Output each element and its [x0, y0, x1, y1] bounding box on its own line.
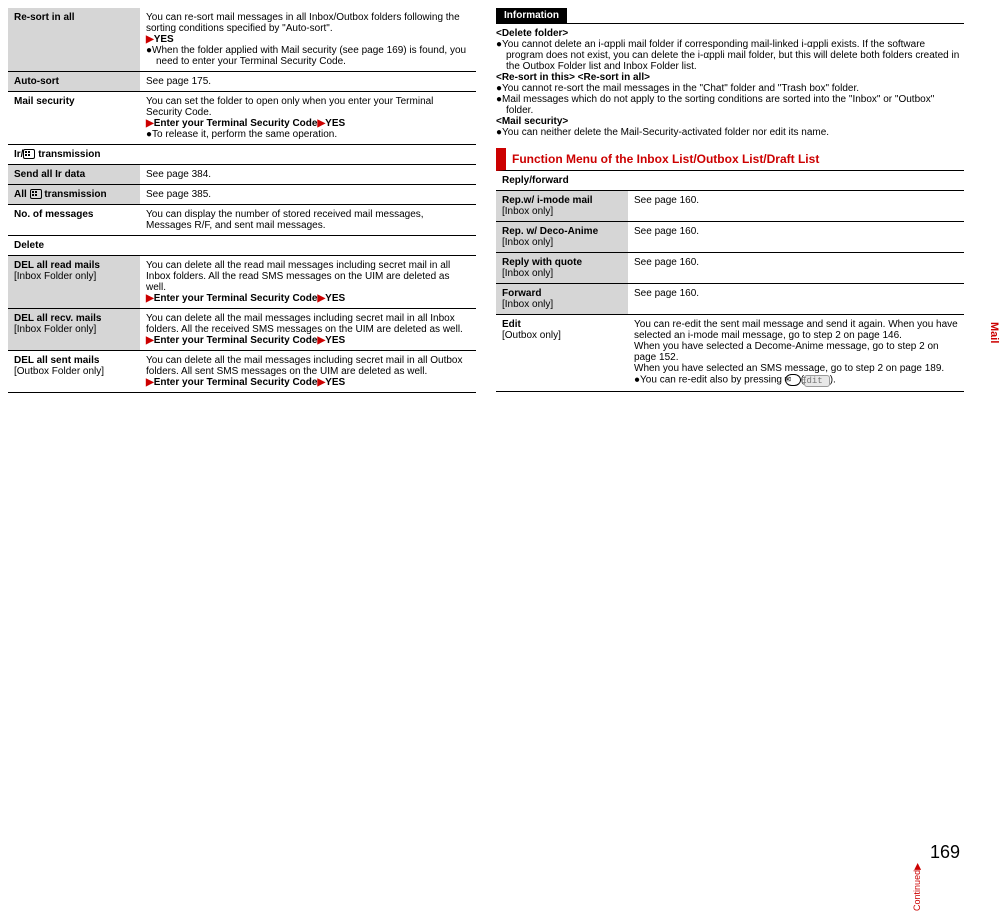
info-tag: <Re-sort in this> <Re-sort in all> [496, 72, 964, 83]
info-bullet: ●You cannot delete an i-αppli mail folde… [496, 39, 964, 72]
arrow-icon: ▶ [146, 335, 154, 346]
row-desc: See page 160. [628, 284, 964, 315]
row-term: Send all Ir data [8, 165, 140, 185]
function-menu-title: Function Menu of the Inbox List/Outbox L… [496, 148, 964, 171]
left-table: Re-sort in allYou can re-sort mail messa… [8, 8, 476, 393]
side-tab-mail: Mail [986, 318, 1002, 347]
row-desc: You can display the number of stored rec… [140, 205, 476, 236]
row-term: DEL all recv. mails[Inbox Folder only] [8, 309, 140, 351]
info-bullet: ●Mail messages which do not apply to the… [496, 94, 964, 116]
row-term: All transmission [8, 185, 140, 205]
row-term: Reply with quote[Inbox only] [496, 253, 628, 284]
row-term: Re-sort in all [8, 8, 140, 72]
info-bullet: ●You can neither delete the Mail-Securit… [496, 127, 964, 138]
row-desc: See page 160. [628, 222, 964, 253]
information-box: Information <Delete folder>●You cannot d… [496, 8, 964, 138]
arrow-icon: ▶ [146, 34, 154, 45]
right-column: Information <Delete folder>●You cannot d… [496, 8, 964, 863]
section-header: Reply/forward [496, 171, 964, 191]
page-number: 169 [930, 842, 960, 862]
row-term: Rep.w/ i-mode mail[Inbox only] [496, 191, 628, 222]
row-term: Auto-sort [8, 72, 140, 92]
ir-icon [23, 149, 35, 159]
row-desc: See page 160. [628, 191, 964, 222]
row-desc: See page 160. [628, 253, 964, 284]
information-label: Information [496, 8, 567, 23]
info-tag: <Delete folder> [496, 28, 964, 39]
row-desc: You can set the folder to open only when… [140, 92, 476, 145]
row-term: Mail security [8, 92, 140, 145]
arrow-icon: ▶ [146, 377, 154, 388]
row-desc: You can re-sort mail messages in all Inb… [140, 8, 476, 72]
row-desc: See page 384. [140, 165, 476, 185]
page-number-area: Continued▶ 169 [496, 842, 964, 863]
row-term: Rep. w/ Deco-Anime[Inbox only] [496, 222, 628, 253]
mail-key-icon: ✉ [785, 374, 801, 386]
row-desc: You can delete all the read mail message… [140, 256, 476, 309]
right-table: Reply/forwardRep.w/ i-mode mail[Inbox on… [496, 171, 964, 392]
row-desc: You can re-edit the sent mail message an… [628, 315, 964, 392]
section-header: Delete [8, 236, 476, 256]
row-desc: See page 175. [140, 72, 476, 92]
section-header: Ir/ transmission [8, 145, 476, 165]
row-term: Edit[Outbox only] [496, 315, 628, 392]
row-desc: You can delete all the mail messages inc… [140, 309, 476, 351]
info-tag: <Mail security> [496, 116, 964, 127]
row-term: No. of messages [8, 205, 140, 236]
row-desc: See page 385. [140, 185, 476, 205]
row-term: Forward[Inbox only] [496, 284, 628, 315]
row-desc: You can delete all the mail messages inc… [140, 351, 476, 393]
continued-label: Continued▶ [912, 863, 923, 911]
edit-softkey: Edit [804, 375, 830, 387]
arrow-icon: ▶ [146, 293, 154, 304]
arrow-icon: ▶ [146, 118, 154, 129]
ir-icon [30, 189, 42, 199]
info-bullet: ●You cannot re-sort the mail messages in… [496, 83, 964, 94]
row-term: DEL all read mails[Inbox Folder only] [8, 256, 140, 309]
left-column: Re-sort in allYou can re-sort mail messa… [8, 8, 476, 863]
row-term: DEL all sent mails[Outbox Folder only] [8, 351, 140, 393]
